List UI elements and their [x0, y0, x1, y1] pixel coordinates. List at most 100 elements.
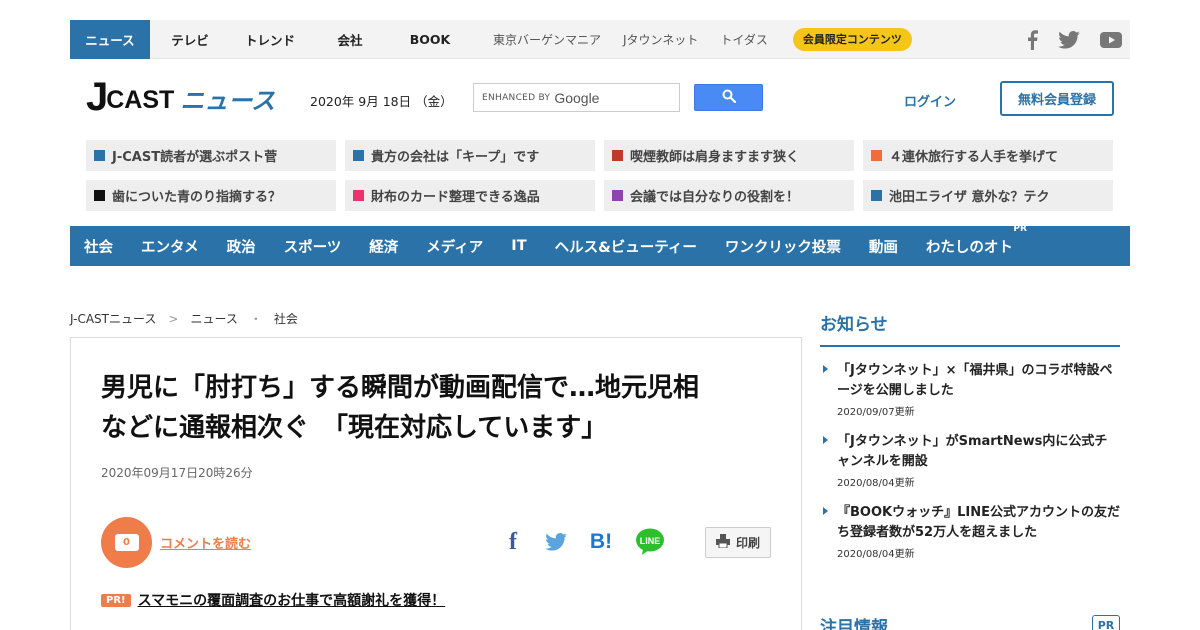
register-button[interactable]: 無料会員登録	[1000, 81, 1114, 116]
top-nav: ニュース テレビ トレンド 会社 BOOK 東京バーゲンマニア Jタウンネット …	[70, 19, 1130, 59]
page: ニュース テレビ トレンド 会社 BOOK 東京バーゲンマニア Jタウンネット …	[70, 19, 1130, 630]
notice-item-title: 「Jタウンネット」がSmartNews内に公式チャンネルを開設	[837, 434, 1108, 469]
print-button[interactable]: 印刷	[705, 527, 771, 558]
breadcrumb-society[interactable]: 社会	[274, 310, 298, 327]
triangle-bullet-icon	[823, 507, 828, 515]
quick-link[interactable]: 歯についた青のり指摘する？	[86, 180, 336, 211]
article-title-line: 男児に「肘打ち」する瞬間が動画配信で…地元児相	[101, 373, 700, 403]
comment-count: 0	[114, 534, 139, 551]
search-input[interactable]: ENHANCED BY Google	[473, 83, 680, 112]
social-links	[1026, 20, 1122, 59]
featured-title: 注目情報	[820, 618, 888, 630]
bullet-square-icon	[612, 190, 623, 201]
bullet-square-icon	[871, 150, 882, 161]
article-title-line: などに通報相次ぐ 「現在対応しています」	[101, 413, 608, 443]
search-button[interactable]	[694, 84, 763, 111]
topnav-link-bargain[interactable]: 東京バーゲンマニア	[482, 20, 612, 59]
quick-link[interactable]: 喫煙教師は肩身ますます狭く	[604, 140, 854, 171]
quick-link[interactable]: 池田エライザ 意外な？テク	[863, 180, 1113, 211]
printer-icon	[715, 534, 730, 551]
quick-link[interactable]: 会議では自分なりの役割を！	[604, 180, 854, 211]
notice-item-date: 2020/08/04更新	[837, 549, 915, 560]
topnav-item-news[interactable]: ニュース	[70, 19, 150, 59]
triangle-bullet-icon	[823, 365, 828, 373]
article-card: 男児に「肘打ち」する瞬間が動画配信で…地元児相 などに通報相次ぐ 「現在対応して…	[70, 337, 802, 630]
topnav-item-tv[interactable]: テレビ	[150, 20, 230, 59]
twitter-icon[interactable]	[1058, 30, 1080, 49]
category-economy[interactable]: 経済	[369, 236, 398, 257]
youtube-icon[interactable]	[1100, 31, 1122, 48]
search-placeholder-prefix: ENHANCED BY	[482, 92, 551, 103]
pr-label: PR	[1013, 223, 1027, 234]
notice-title: お知らせ	[820, 310, 1120, 347]
line-share-icon[interactable]: LINE	[635, 528, 665, 556]
login-link[interactable]: ログイン	[904, 91, 956, 110]
logo-news: ニュース	[180, 87, 276, 115]
facebook-icon[interactable]	[1026, 29, 1038, 50]
category-sports[interactable]: スポーツ	[284, 236, 342, 257]
notice-item-title: 『BOOKウォッチ』LINE公式アカウントの友だち登録者数が52万人を超えました	[837, 505, 1120, 540]
twitter-share-icon[interactable]	[545, 528, 567, 556]
site-logo[interactable]: J CAST ニュース	[86, 77, 275, 117]
quick-link[interactable]: J-CAST読者が選ぶポスト菅	[86, 140, 336, 171]
share-buttons: f B! LINE	[503, 528, 665, 556]
category-media[interactable]: メディア	[426, 236, 483, 257]
topnav-link-toidasu[interactable]: トイダス	[709, 20, 779, 59]
featured-pr-badge: PR	[1092, 615, 1120, 630]
triangle-bullet-icon	[823, 436, 828, 444]
current-date: 2020年 9月 18日 （金）	[310, 94, 453, 109]
notice-item-title: 「Jタウンネット」×「福井県」のコラボ特設ページを公開しました	[837, 363, 1113, 398]
bullet-square-icon	[353, 190, 364, 201]
topnav-item-company[interactable]: 会社	[310, 20, 390, 59]
bullet-square-icon	[94, 150, 105, 161]
category-video[interactable]: 動画	[869, 236, 898, 257]
line-label: LINE	[640, 536, 661, 546]
member-content-badge[interactable]: 会員限定コンテンツ	[792, 27, 912, 51]
bullet-square-icon	[871, 190, 882, 201]
notice-item-date: 2020/09/07更新	[837, 407, 915, 418]
breadcrumb: J-CASTニュース > ニュース ・ 社会	[70, 310, 298, 327]
bullet-square-icon	[353, 150, 364, 161]
category-nav: 社会 エンタメ 政治 スポーツ 経済 メディア IT ヘルス&ビューティー ワン…	[70, 224, 1130, 266]
category-entertainment[interactable]: エンタメ	[141, 236, 199, 257]
quick-links: J-CAST読者が選ぶポスト菅 貴方の会社は「キープ」です 喫煙教師は肩身ますま…	[86, 140, 1114, 211]
topnav-link-jtown[interactable]: Jタウンネット	[612, 20, 709, 59]
category-watashi-label: わたしのオト	[925, 239, 1013, 256]
category-watashi-no-oto[interactable]: わたしのオト PR	[925, 224, 1027, 257]
pr-line: PR! スマモニの覆面調査のお仕事で高額謝礼を獲得！	[101, 590, 445, 610]
breadcrumb-separator: >	[168, 311, 179, 326]
quick-link[interactable]: 財布のカード整理できる逸品	[345, 180, 595, 211]
category-politics[interactable]: 政治	[227, 236, 256, 257]
logo-j: J	[86, 75, 108, 119]
category-society[interactable]: 社会	[84, 236, 113, 257]
pr-link[interactable]: スマモニの覆面調査のお仕事で高額謝礼を獲得！	[138, 590, 446, 610]
topnav-item-book[interactable]: BOOK	[390, 20, 470, 59]
print-label: 印刷	[735, 536, 760, 550]
facebook-share-icon[interactable]: f	[503, 528, 523, 556]
topnav-item-trend[interactable]: トレンド	[230, 20, 310, 59]
pr-badge: PR!	[101, 593, 131, 607]
read-comments-link[interactable]: コメントを読む	[160, 533, 251, 552]
breadcrumb-news[interactable]: ニュース	[190, 310, 237, 327]
notice-item[interactable]: 「Jタウンネット」がSmartNews内に公式チャンネルを開設 2020/08/…	[820, 432, 1120, 489]
category-one-click-vote[interactable]: ワンクリック投票	[725, 236, 841, 257]
notice-item[interactable]: 「Jタウンネット」×「福井県」のコラボ特設ページを公開しました 2020/09/…	[820, 361, 1120, 418]
article-date: 2020年09月17日20時26分	[101, 466, 253, 480]
article-title: 男児に「肘打ち」する瞬間が動画配信で…地元児相 などに通報相次ぐ 「現在対応して…	[101, 368, 781, 448]
bullet-square-icon	[94, 190, 105, 201]
bullet-square-icon	[612, 150, 623, 161]
hatena-bookmark-icon[interactable]: B!	[589, 528, 613, 556]
notice-item-date: 2020/08/04更新	[837, 478, 915, 489]
breadcrumb-home[interactable]: J-CASTニュース	[70, 310, 156, 327]
category-it[interactable]: IT	[511, 238, 526, 254]
notice-item[interactable]: 『BOOKウォッチ』LINE公式アカウントの友だち登録者数が52万人を超えました…	[820, 503, 1120, 560]
search-icon	[722, 88, 736, 107]
sidebar: お知らせ 「Jタウンネット」×「福井県」のコラボ特設ページを公開しました 202…	[820, 310, 1120, 630]
breadcrumb-separator: ・	[249, 312, 262, 326]
quick-link[interactable]: 貴方の会社は「キープ」です	[345, 140, 595, 171]
site-header: J CAST ニュース 2020年 9月 18日 （金） ENHANCED BY…	[70, 59, 1130, 139]
comment-icon[interactable]: 0	[101, 517, 152, 568]
quick-link[interactable]: ４連休旅行する人手を挙げて	[863, 140, 1113, 171]
category-health-beauty[interactable]: ヘルス&ビューティー	[555, 236, 697, 257]
search-placeholder-brand: Google	[554, 89, 600, 106]
